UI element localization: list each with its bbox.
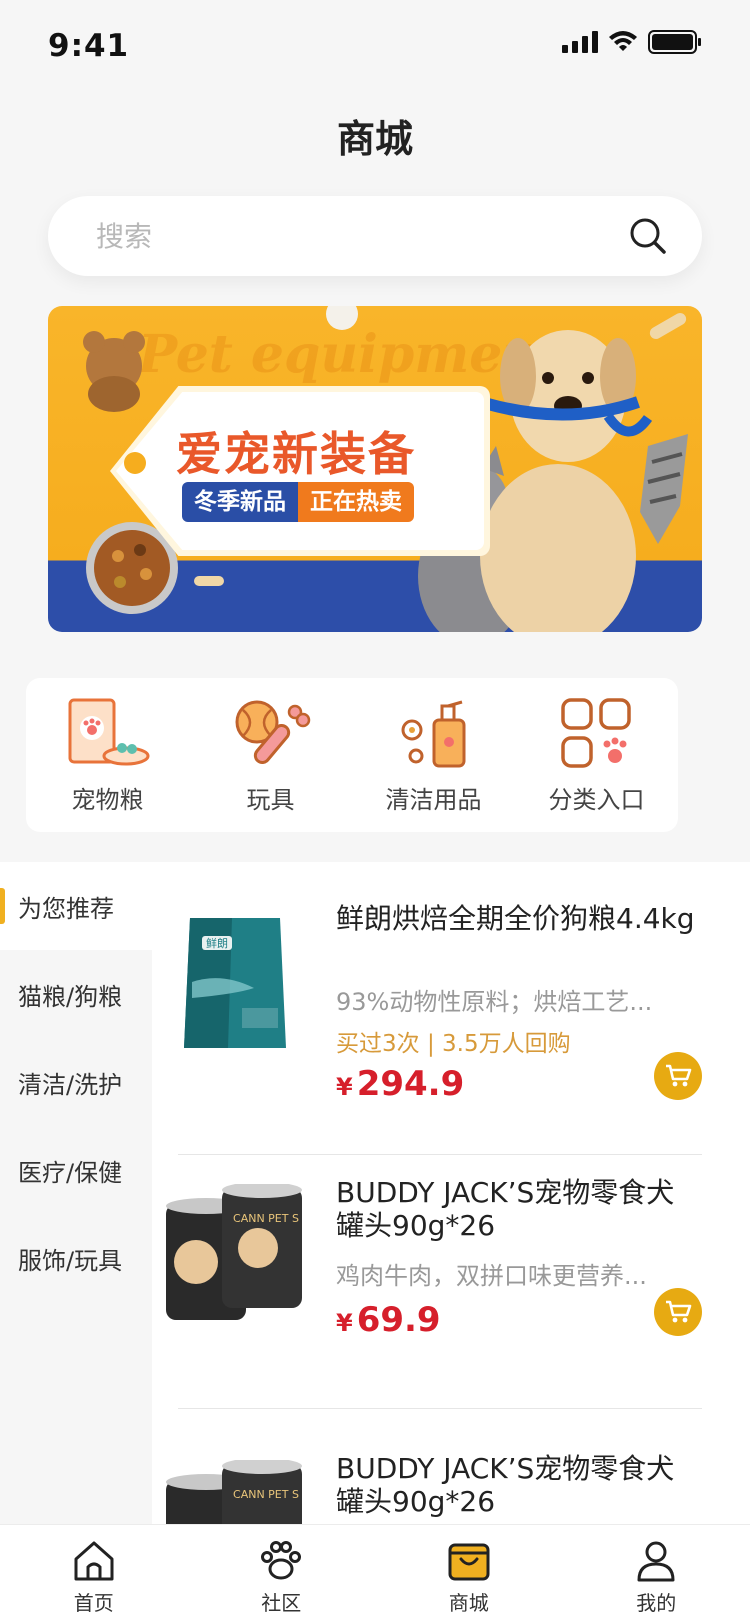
pet-food-icon — [68, 698, 149, 765]
sidebar-item-label: 清洁/洗护 — [18, 1070, 123, 1099]
sidebar-item-label: 医疗/保健 — [18, 1158, 123, 1187]
category-label: 宠物粮 — [71, 785, 144, 814]
add-to-cart-button[interactable] — [654, 1052, 702, 1100]
product-price: ¥69.9 — [336, 1300, 441, 1340]
tab-bar: 首页 社区 商城 我的 — [0, 1524, 750, 1624]
product-item[interactable]: CANN PET S BUDDY JACK’S宠物零食犬罐头90g*26 — [162, 1452, 702, 1524]
sidebar-item-label: 猫粮/狗粮 — [18, 982, 123, 1011]
tab-label: 首页 — [73, 1591, 114, 1615]
paw-icon — [261, 1541, 302, 1580]
page-title: 商城 — [336, 117, 413, 161]
category-label: 玩具 — [246, 785, 295, 814]
product-divider — [178, 1408, 702, 1409]
category-label: 清洁用品 — [385, 785, 482, 814]
tab-home[interactable]: 首页 — [0, 1525, 188, 1624]
toy-icon — [235, 700, 310, 764]
promo-banner[interactable]: Pet equipment 爱宠新装备 冬季新品 正在热卖 — [48, 306, 702, 632]
sidebar-item-recommend[interactable]: 为您推荐 — [0, 862, 152, 950]
battery-icon — [648, 30, 701, 54]
sidebar-item-apparel[interactable]: 服饰/玩具 — [0, 1214, 152, 1302]
add-to-cart-button[interactable] — [654, 1288, 702, 1336]
tab-shop[interactable]: 商城 — [375, 1525, 563, 1624]
sidebar-item-food[interactable]: 猫粮/狗粮 — [0, 950, 152, 1038]
pack-brand-text: 鲜朗 — [206, 936, 228, 950]
tab-label: 社区 — [261, 1591, 302, 1615]
category-label: 分类入口 — [548, 785, 645, 814]
product-name: 鲜朗烘焙全期全价狗粮4.4kg — [336, 902, 695, 935]
banner-title: 爱宠新装备 — [176, 427, 416, 481]
price-value: 294.9 — [356, 1064, 465, 1104]
sidebar-item-label: 为您推荐 — [18, 894, 114, 923]
product-image: 鲜朗 — [184, 918, 286, 1048]
product-image: CANN PET S — [166, 1184, 302, 1320]
tab-label: 商城 — [448, 1591, 489, 1615]
search-icon[interactable] — [628, 216, 668, 256]
tab-profile[interactable]: 我的 — [563, 1525, 750, 1624]
search-input[interactable] — [96, 219, 628, 253]
product-name: BUDDY JACK’S宠物零食犬罐头90g*26 — [336, 1452, 675, 1518]
category-toys[interactable]: 玩具 — [196, 696, 346, 815]
tab-label: 我的 — [636, 1591, 677, 1615]
price-value: 69.9 — [356, 1300, 441, 1340]
product-desc: 93%动物性原料；烘焙工艺... — [336, 988, 653, 1016]
product-image: CANN PET S — [166, 1460, 302, 1524]
cart-icon — [666, 1064, 692, 1087]
banner-tag-hot: 正在热卖 — [298, 482, 414, 522]
category-pet-food[interactable]: 宠物粮 — [33, 696, 183, 815]
product-content: 为您推荐 猫粮/狗粮 清洁/洗护 医疗/保健 服饰/玩具 鲜朗 鲜朗烘焙全期全价… — [0, 862, 750, 1524]
sidebar-item-health[interactable]: 医疗/保健 — [0, 1126, 152, 1214]
banner-tag-hole — [124, 452, 146, 474]
cleaning-icon — [401, 700, 465, 767]
category-sidebar: 为您推荐 猫粮/狗粮 清洁/洗护 医疗/保健 服饰/玩具 — [0, 862, 152, 1524]
price-currency: ¥ — [336, 1309, 353, 1337]
signal-icon — [562, 31, 598, 53]
status-icons — [562, 30, 702, 54]
banner-tag-new: 冬季新品 — [182, 482, 298, 522]
status-bar: 9:41 — [0, 0, 750, 88]
category-all[interactable]: 分类入口 — [522, 696, 672, 815]
category-card: 宠物粮 玩具 清洁用品 分类入口 — [26, 678, 678, 832]
can-label-text: CANN PET S — [233, 1488, 299, 1501]
can-label-text: CANN PET S — [233, 1212, 299, 1225]
home-icon — [74, 1541, 114, 1581]
cart-icon — [666, 1300, 692, 1323]
product-name: BUDDY JACK’S宠物零食犬罐头90g*26 — [336, 1176, 675, 1242]
sidebar-item-cleaning[interactable]: 清洁/洗护 — [0, 1038, 152, 1126]
sidebar-item-label: 服饰/玩具 — [18, 1246, 123, 1275]
wifi-icon — [609, 31, 637, 51]
category-cleaning[interactable]: 清洁用品 — [359, 696, 509, 815]
price-currency: ¥ — [336, 1073, 353, 1101]
product-desc: 鸡肉牛肉，双拼口味更营养... — [336, 1262, 647, 1290]
product-price: ¥294.9 — [336, 1064, 464, 1104]
status-time: 9:41 — [48, 28, 130, 64]
product-item[interactable]: 鲜朗 鲜朗烘焙全期全价狗粮4.4kg 93%动物性原料；烘焙工艺... 买过3次… — [162, 902, 702, 1104]
shop-bag-icon — [448, 1543, 490, 1581]
product-divider — [178, 1154, 702, 1155]
product-repurchase: 买过3次 | 3.5万人回购 — [336, 1031, 571, 1057]
user-icon — [637, 1541, 675, 1582]
tab-community[interactable]: 社区 — [188, 1525, 376, 1624]
product-item[interactable]: CANN PET S BUDDY JACK’S宠物零食犬罐头90g*26 鸡肉牛… — [162, 1176, 702, 1340]
search-bar[interactable] — [48, 196, 702, 276]
category-grid-icon — [560, 697, 631, 768]
